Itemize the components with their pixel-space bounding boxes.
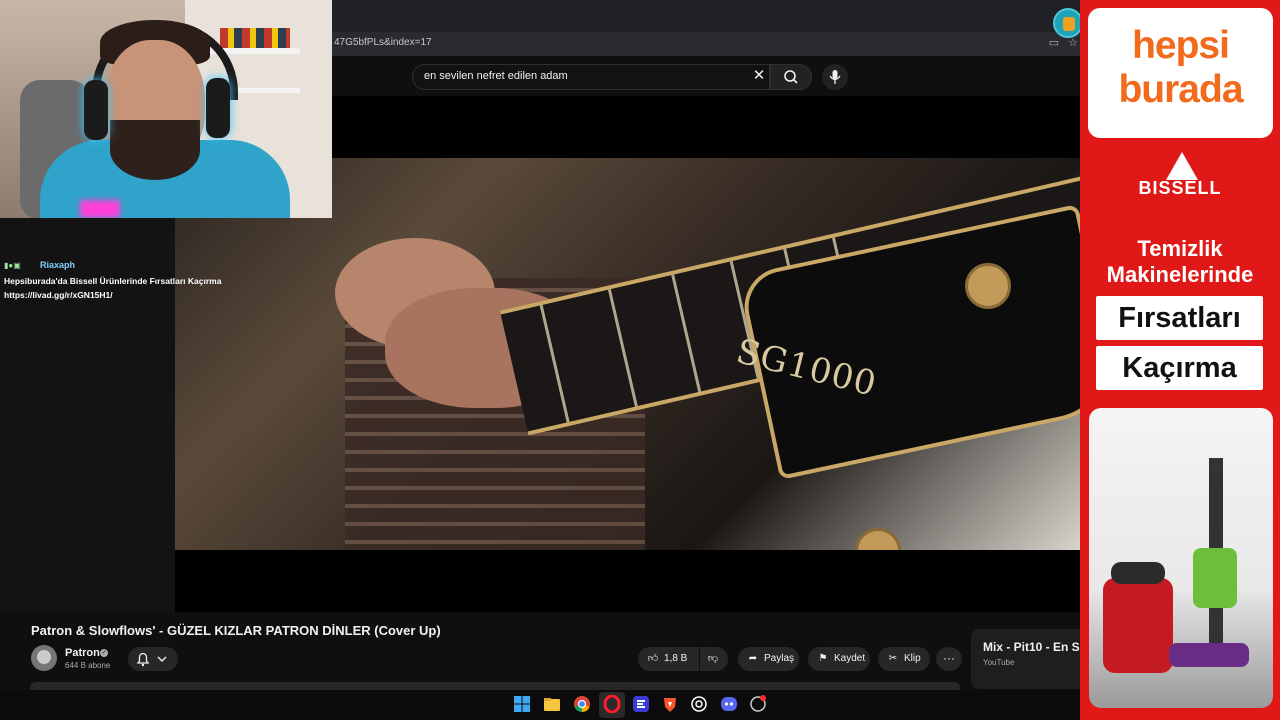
opera-icon[interactable] xyxy=(603,694,621,714)
app-icon[interactable] xyxy=(749,695,767,713)
like-button[interactable]: 👍︎ 1,8 B xyxy=(638,647,699,671)
thumbs-down-icon: 👎︎ xyxy=(707,653,719,664)
address-bar-url[interactable]: 47G5bfPLs&index=17 xyxy=(334,37,432,48)
scissors-icon: ✂ xyxy=(888,653,898,664)
share-icon: ➦ xyxy=(748,653,758,664)
search-input-value[interactable]: en sevilen nefret edilen adam xyxy=(424,70,568,82)
clip-label: Klip xyxy=(904,653,921,664)
streamer-webcam xyxy=(0,0,332,218)
search-button[interactable] xyxy=(770,64,812,90)
bookmark-icon: ⚑ xyxy=(818,653,828,664)
clear-search-icon[interactable]: ✕ xyxy=(750,67,768,85)
verified-icon: ✓ xyxy=(100,649,108,657)
tuner-peg xyxy=(965,263,1011,309)
more-actions-button[interactable]: ··· xyxy=(936,647,962,671)
search-icon xyxy=(784,70,798,84)
clip-button[interactable]: ✂ Klip xyxy=(878,647,930,671)
voice-search-button[interactable] xyxy=(822,64,848,90)
notification-bell-button[interactable] xyxy=(128,647,178,671)
ad-product-image xyxy=(1089,408,1273,708)
chat-username: Riaxaph xyxy=(40,260,76,270)
like-count: 1,8 B xyxy=(664,653,688,664)
description-box[interactable] xyxy=(30,682,960,690)
chat-message-text: Hepsiburada'da Bissell Ürünlerinde Fırsa… xyxy=(4,276,222,286)
tuner-peg xyxy=(855,528,901,550)
channel-name[interactable]: Patron xyxy=(65,647,100,659)
discord-icon[interactable] xyxy=(720,695,738,713)
microphone-icon xyxy=(829,70,841,84)
ad-headline-line-2: Makinelerinde xyxy=(1106,262,1254,287)
subscriber-count: 644 B abone xyxy=(65,661,111,670)
video-letterbox-top xyxy=(332,96,1080,158)
save-label: Kaydet xyxy=(834,653,866,664)
bell-icon xyxy=(136,652,167,667)
channel-avatar[interactable] xyxy=(31,645,57,671)
brave-icon[interactable] xyxy=(661,695,679,713)
chrome-icon[interactable] xyxy=(573,695,591,713)
bissell-logo-icon xyxy=(1166,152,1198,180)
thumbs-up-icon: 👍︎ xyxy=(647,653,659,664)
logo-line-2: burada xyxy=(1118,68,1243,111)
save-button[interactable]: ⚑ Kaydet xyxy=(808,647,870,671)
chatgpt-icon[interactable] xyxy=(690,695,708,713)
chat-badge-icons: ▮●▣ xyxy=(4,261,21,270)
mix-title[interactable]: Mix - Pit10 - En Sevilen xyxy=(983,640,1080,654)
file-explorer-icon[interactable] xyxy=(543,695,561,713)
windows-taskbar xyxy=(0,690,1080,720)
bissell-brand: BISSELL xyxy=(1138,178,1222,198)
share-button[interactable]: ➦ Paylaş xyxy=(738,647,799,671)
share-label: Paylaş xyxy=(764,653,795,664)
ad-box-2-text: Kaçırma xyxy=(1122,352,1237,384)
dislike-button[interactable]: 👎︎ xyxy=(700,647,728,671)
ad-box-1-text: Fırsatları xyxy=(1118,302,1241,334)
mix-subtitle: YouTube xyxy=(983,658,1015,667)
hepsiburada-logo-text: hepsi burada xyxy=(1088,24,1273,112)
twitch-studio-icon[interactable] xyxy=(632,695,650,713)
windows-icon[interactable] xyxy=(513,695,531,713)
chat-message-link: https://livad.gg/r/xGN15H1/ xyxy=(4,290,113,300)
logo-line-1: hepsi xyxy=(1132,24,1230,67)
cast-icon[interactable]: ▭ xyxy=(1047,36,1061,50)
ad-headline-line-1: Temizlik xyxy=(1137,236,1223,261)
video-title: Patron & Slowflows' - GÜZEL KIZLAR PATRO… xyxy=(31,623,441,638)
extension-badge-icon[interactable] xyxy=(1053,8,1083,38)
bookmark-star-icon[interactable]: ☆ xyxy=(1066,36,1080,50)
ad-headline: Temizlik Makinelerinde xyxy=(1080,236,1280,288)
video-letterbox-bottom xyxy=(175,550,1080,612)
chat-message: Hepsiburada'da Bissell Ürünlerinde Fırsa… xyxy=(4,274,221,302)
